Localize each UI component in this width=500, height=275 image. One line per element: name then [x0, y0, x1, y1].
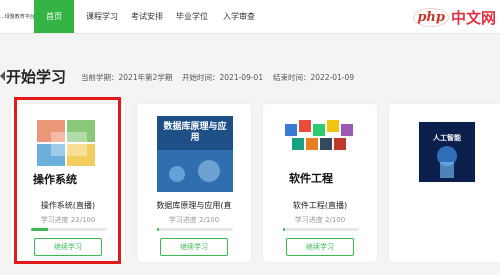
progress-fill [283, 228, 285, 231]
course-card[interactable]: 数据库原理与应用 数据库原理与应用(直 学习进度 2/100 继续学习 [137, 104, 251, 262]
site-watermark: php 中文网 [413, 6, 496, 28]
progress-fill [157, 228, 159, 231]
continue-button[interactable]: 继续学习 [286, 238, 354, 256]
progress-text: 学习进度 2/100 [168, 216, 220, 224]
ai-robot-icon [419, 122, 475, 182]
current-term: 当前学期：2021年第2学期 [81, 73, 173, 82]
watermark-badge: php [413, 7, 449, 27]
course-card[interactable]: 软件工程 软件工程(直播) 学习进度 2/100 继续学习 [263, 104, 377, 262]
course-thumbnail: 数据库原理与应用 [157, 116, 233, 192]
highlight-box [14, 97, 121, 264]
course-card[interactable]: 人工智能 [389, 104, 500, 262]
progress-bar [157, 228, 233, 231]
watermark-text: 中文网 [450, 8, 496, 27]
thumbnail-title: 人工智能 [433, 134, 461, 142]
chevron-left-icon[interactable] [0, 71, 5, 81]
nav-course-study[interactable]: 课程学习 [82, 0, 122, 33]
thumbnail-title: 软件工程 [289, 172, 333, 185]
top-nav: ...绿整教育平台 首页 课程学习 考试安排 毕业学位 入学审查 php 中文网 [0, 0, 500, 34]
start-date: 开始时间：2021-09-01 [182, 73, 264, 82]
platform-name: ...绿整教育平台 [0, 14, 35, 20]
end-date: 结束时间：2022-01-09 [273, 73, 355, 82]
course-thumbnail: 软件工程 [283, 116, 359, 192]
progress-bar [283, 228, 359, 231]
thumbnail-title: 数据库原理与应用 [163, 122, 227, 143]
nav-exam-schedule[interactable]: 考试安排 [127, 0, 167, 33]
course-name[interactable]: 软件工程(直播) [263, 200, 377, 211]
page-title: 开始学习 [6, 68, 67, 86]
nav-admission-review[interactable]: 入学审查 [218, 0, 260, 33]
course-thumbnail: 人工智能 [419, 122, 475, 182]
software-cubes-icon [285, 120, 353, 150]
course-name[interactable]: 数据库原理与应用(直 [137, 200, 251, 211]
continue-button[interactable]: 继续学习 [160, 238, 228, 256]
progress-text: 学习进度 2/100 [294, 216, 346, 224]
nav-home[interactable]: 首页 [34, 0, 74, 33]
nav-graduation[interactable]: 毕业学位 [172, 0, 212, 33]
